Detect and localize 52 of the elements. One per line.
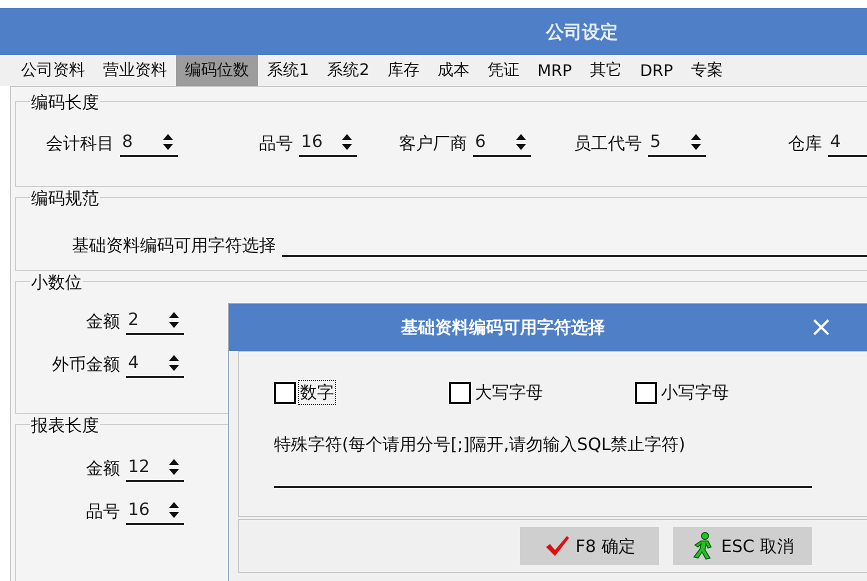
tab[interactable]: 编码位数: [176, 55, 258, 86]
up-down-arrows-icon[interactable]: [341, 132, 353, 152]
field-label: 品号: [259, 133, 293, 155]
tab[interactable]: 营业资料: [94, 55, 176, 86]
number-spinner[interactable]: 2: [126, 308, 184, 335]
number-spinner[interactable]: 4: [126, 351, 184, 378]
checkbox-label[interactable]: 小写字母: [659, 380, 731, 405]
cancel-button[interactable]: ESC 取消: [673, 527, 812, 565]
checkmark-icon: [544, 534, 570, 558]
tab[interactable]: 公司资料: [12, 55, 94, 86]
dialog-title: 基础资料编码可用字符选择: [401, 317, 605, 339]
number-spinner[interactable]: 4: [828, 130, 867, 157]
up-down-arrows-icon[interactable]: [162, 132, 174, 152]
tab[interactable]: 其它: [580, 55, 631, 86]
confirm-button[interactable]: F8 确定: [520, 527, 659, 565]
field-label: 品号: [85, 501, 120, 523]
number-spinner[interactable]: 8: [120, 130, 178, 157]
field-label: 客户厂商: [399, 133, 467, 155]
field-label: 基础资料编码可用字符选择: [72, 235, 276, 257]
up-down-arrows-icon[interactable]: [168, 353, 180, 373]
field-label: 员工代号: [574, 133, 642, 155]
number-spinner[interactable]: 6: [473, 130, 531, 157]
checkbox[interactable]: [635, 382, 657, 404]
tab[interactable]: 成本: [428, 55, 478, 86]
up-down-arrows-icon[interactable]: [168, 310, 180, 330]
tab[interactable]: 专案: [682, 55, 732, 86]
checkbox-label[interactable]: 数字: [298, 380, 336, 405]
tab[interactable]: DRP: [630, 55, 682, 86]
field-label: 仓库: [788, 133, 822, 155]
up-down-arrows-icon[interactable]: [515, 132, 527, 152]
checkbox-label[interactable]: 大写字母: [473, 380, 545, 405]
tab[interactable]: 系统1: [258, 55, 318, 86]
tab[interactable]: 系统2: [318, 55, 378, 86]
number-spinner[interactable]: 16: [299, 130, 357, 157]
checkbox[interactable]: [449, 382, 471, 404]
checkbox[interactable]: [274, 382, 296, 404]
field-label: 金额: [85, 458, 120, 480]
up-down-arrows-icon[interactable]: [168, 500, 180, 520]
field-label: 外币金额: [51, 354, 120, 376]
number-spinner[interactable]: 5: [648, 130, 706, 157]
field-label: 会计科目: [46, 133, 114, 155]
field-label: 金额: [85, 311, 120, 333]
number-spinner[interactable]: 16: [126, 498, 184, 525]
tab[interactable]: MRP: [528, 55, 581, 86]
tab[interactable]: 库存: [378, 55, 428, 86]
close-button[interactable]: ×: [806, 312, 837, 342]
up-down-arrows-icon[interactable]: [168, 457, 180, 477]
number-spinner[interactable]: 12: [126, 455, 184, 482]
window-title: 公司设定: [546, 20, 618, 44]
field-label: 特殊字符(每个请用分号[;]隔开,请勿输入SQL禁止字符): [274, 434, 686, 456]
tab[interactable]: 凭证: [478, 55, 528, 86]
up-down-arrows-icon[interactable]: [690, 132, 702, 152]
